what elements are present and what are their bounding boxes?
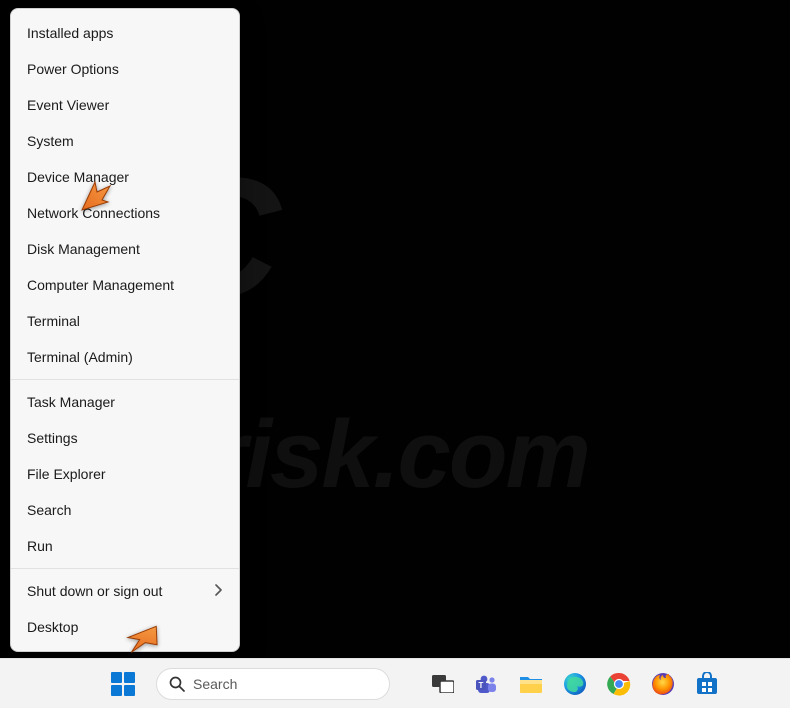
winx-item-device-manager[interactable]: Device Manager (11, 159, 239, 195)
search-placeholder: Search (193, 676, 237, 692)
watermark-sub: risk.com (210, 400, 790, 510)
taskbar-chrome-button[interactable] (606, 671, 632, 697)
winx-separator (11, 379, 239, 380)
winx-item-label: Installed apps (27, 25, 113, 41)
winx-item-label: Search (27, 502, 71, 518)
start-icon (110, 671, 136, 697)
winx-context-menu: Installed apps Power Options Event Viewe… (10, 8, 240, 652)
winx-item-disk-management[interactable]: Disk Management (11, 231, 239, 267)
firefox-icon (651, 672, 675, 696)
winx-item-shut-down-or-sign-out[interactable]: Shut down or sign out (11, 573, 239, 609)
winx-group-0: Installed apps Power Options Event Viewe… (11, 13, 239, 377)
winx-item-computer-management[interactable]: Computer Management (11, 267, 239, 303)
search-icon (169, 676, 185, 692)
winx-item-label: Run (27, 538, 53, 554)
winx-item-system[interactable]: System (11, 123, 239, 159)
winx-item-label: File Explorer (27, 466, 106, 482)
winx-item-label: Task Manager (27, 394, 115, 410)
winx-item-label: Desktop (27, 619, 78, 635)
taskbar-store-button[interactable] (694, 671, 720, 697)
file-explorer-icon (519, 673, 543, 695)
taskbar-firefox-button[interactable] (650, 671, 676, 697)
winx-item-label: Computer Management (27, 277, 174, 293)
winx-item-label: Event Viewer (27, 97, 109, 113)
winx-item-label: Shut down or sign out (27, 583, 162, 599)
chevron-right-icon (215, 584, 223, 599)
winx-item-label: Terminal (Admin) (27, 349, 133, 365)
winx-group-1: Task Manager Settings File Explorer Sear… (11, 382, 239, 566)
edge-icon (563, 672, 587, 696)
winx-item-settings[interactable]: Settings (11, 420, 239, 456)
svg-text:T: T (479, 681, 484, 690)
taskbar-teams-button[interactable]: T (474, 671, 500, 697)
winx-item-network-connections[interactable]: Network Connections (11, 195, 239, 231)
winx-item-label: System (27, 133, 74, 149)
winx-item-file-explorer[interactable]: File Explorer (11, 456, 239, 492)
start-button[interactable] (108, 669, 138, 699)
winx-item-terminal[interactable]: Terminal (11, 303, 239, 339)
winx-item-terminal-admin[interactable]: Terminal (Admin) (11, 339, 239, 375)
winx-item-label: Terminal (27, 313, 80, 329)
taskbar-search-box[interactable]: Search (156, 668, 390, 700)
taskbar-task-view-button[interactable] (430, 671, 456, 697)
winx-item-run[interactable]: Run (11, 528, 239, 564)
task-view-icon (432, 675, 454, 693)
winx-item-label: Power Options (27, 61, 119, 77)
winx-item-task-manager[interactable]: Task Manager (11, 384, 239, 420)
winx-item-power-options[interactable]: Power Options (11, 51, 239, 87)
teams-icon: T (475, 672, 499, 696)
store-icon (695, 672, 719, 696)
taskbar-edge-button[interactable] (562, 671, 588, 697)
taskbar-file-explorer-button[interactable] (518, 671, 544, 697)
winx-item-event-viewer[interactable]: Event Viewer (11, 87, 239, 123)
winx-item-installed-apps[interactable]: Installed apps (11, 15, 239, 51)
winx-item-search[interactable]: Search (11, 492, 239, 528)
winx-item-label: Settings (27, 430, 78, 446)
taskbar: Search T (0, 658, 790, 708)
winx-item-label: Disk Management (27, 241, 140, 257)
winx-separator (11, 568, 239, 569)
chrome-icon (607, 672, 631, 696)
